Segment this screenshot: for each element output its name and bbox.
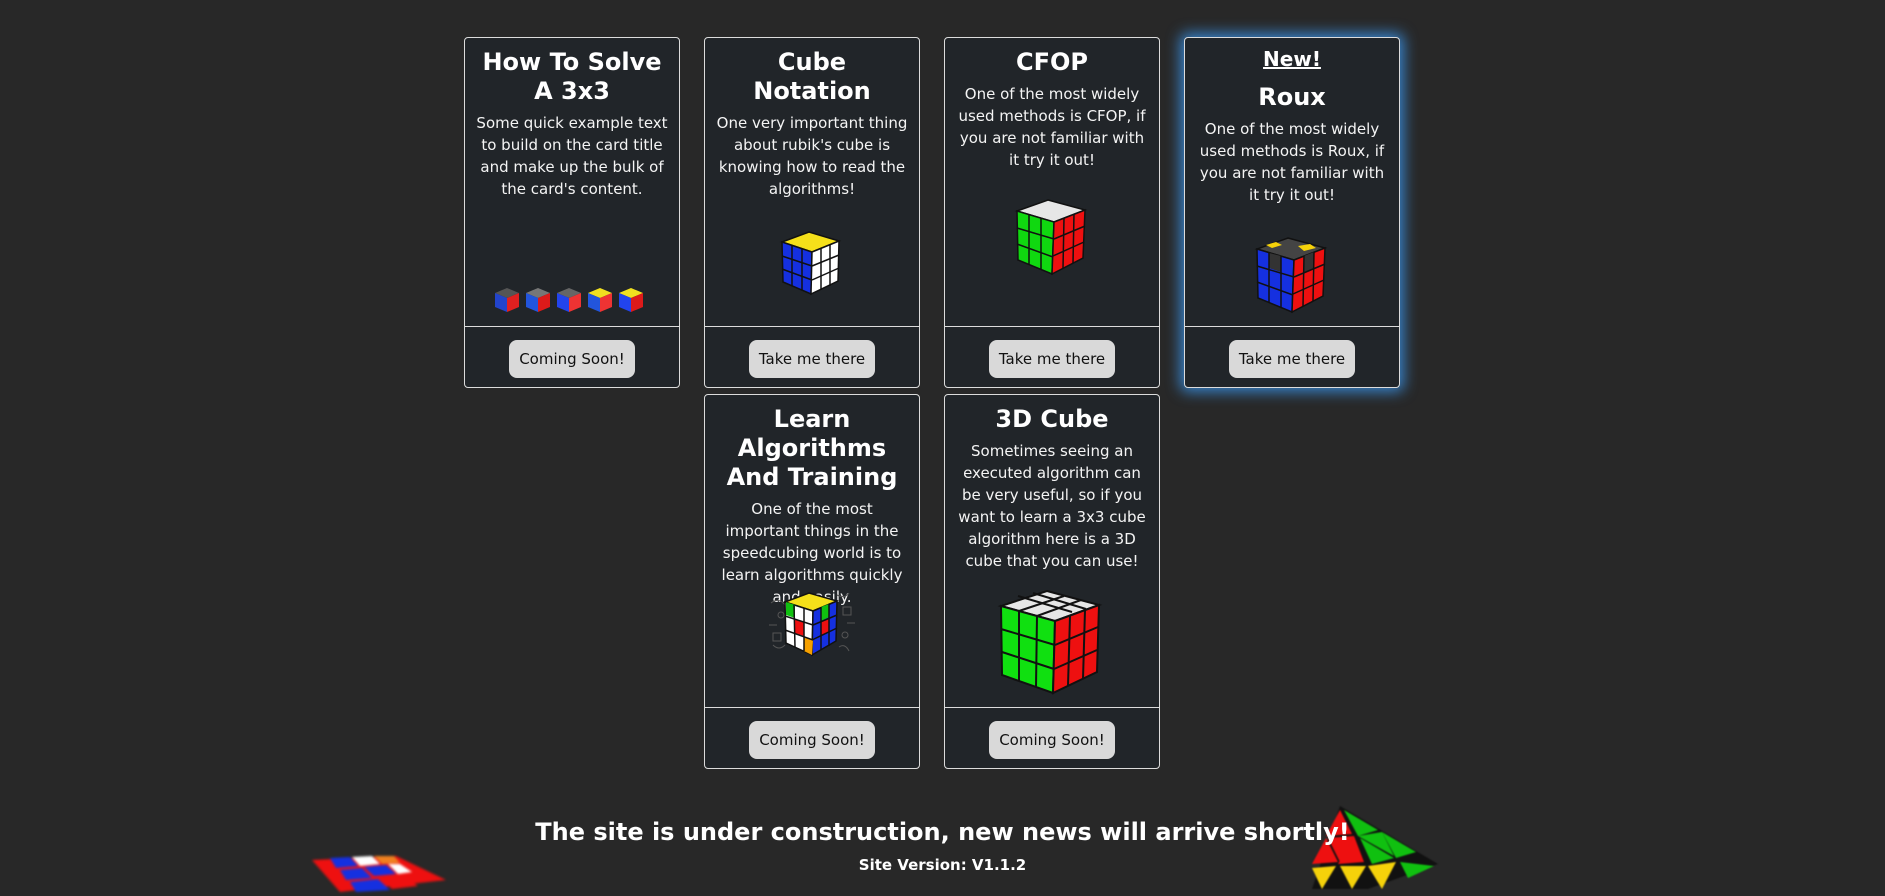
card-text: One very important thing about rubik's c… xyxy=(716,114,908,198)
card-footer: Take me there xyxy=(705,326,919,387)
card-text: One of the most widely used methods is C… xyxy=(958,85,1146,169)
card-title: How To Solve A 3x3 xyxy=(482,48,662,105)
card-how-to-solve: How To Solve A 3x3 Some quick example te… xyxy=(464,37,680,388)
card-title: 3D Cube xyxy=(995,405,1109,433)
card-learn-algorithms: Learn Algorithms And Training One of the… xyxy=(704,394,920,769)
site-version: Site Version: V1.1.2 xyxy=(858,856,1027,874)
five-cubes-icon xyxy=(465,283,679,317)
large-cube-icon xyxy=(945,589,1159,697)
card-footer: Coming Soon! xyxy=(705,707,919,768)
card-footer: Take me there xyxy=(945,326,1159,387)
coming-soon-button[interactable]: Coming Soon! xyxy=(989,721,1115,759)
card-cfop: CFOP One of the most widely used methods… xyxy=(944,37,1160,388)
algorithm-cube-icon xyxy=(705,585,919,665)
card-title: Learn Algorithms And Training xyxy=(726,405,898,491)
card-footer: Coming Soon! xyxy=(465,326,679,387)
card-footer: Take me there xyxy=(1185,326,1399,387)
new-badge: New! xyxy=(1263,47,1321,71)
card-text: Some quick example text to build on the … xyxy=(476,114,668,198)
take-me-there-button[interactable]: Take me there xyxy=(748,340,876,378)
coming-soon-button[interactable]: Coming Soon! xyxy=(749,721,875,759)
cfop-cube-icon xyxy=(945,198,1159,278)
card-text: Sometimes seeing an executed algorithm c… xyxy=(958,442,1146,570)
card-title: Roux xyxy=(1258,83,1326,111)
coming-soon-button[interactable]: Coming Soon! xyxy=(509,340,635,378)
card-roux: New! Roux One of the most widely used me… xyxy=(1184,37,1400,388)
roux-cube-icon xyxy=(1185,236,1399,316)
card-title: CFOP xyxy=(1016,48,1088,76)
construction-message: The site is under construction, new news… xyxy=(535,818,1350,846)
card-cube-notation: Cube Notation One very important thing a… xyxy=(704,37,920,388)
card-title: Cube Notation xyxy=(753,48,871,105)
card-3d-cube: 3D Cube Sometimes seeing an executed alg… xyxy=(944,394,1160,769)
card-footer: Coming Soon! xyxy=(945,707,1159,768)
take-me-there-button[interactable]: Take me there xyxy=(1228,340,1356,378)
card-text: One of the most widely used methods is R… xyxy=(1199,120,1385,204)
take-me-there-button[interactable]: Take me there xyxy=(988,340,1116,378)
notation-cube-icon xyxy=(705,228,919,298)
